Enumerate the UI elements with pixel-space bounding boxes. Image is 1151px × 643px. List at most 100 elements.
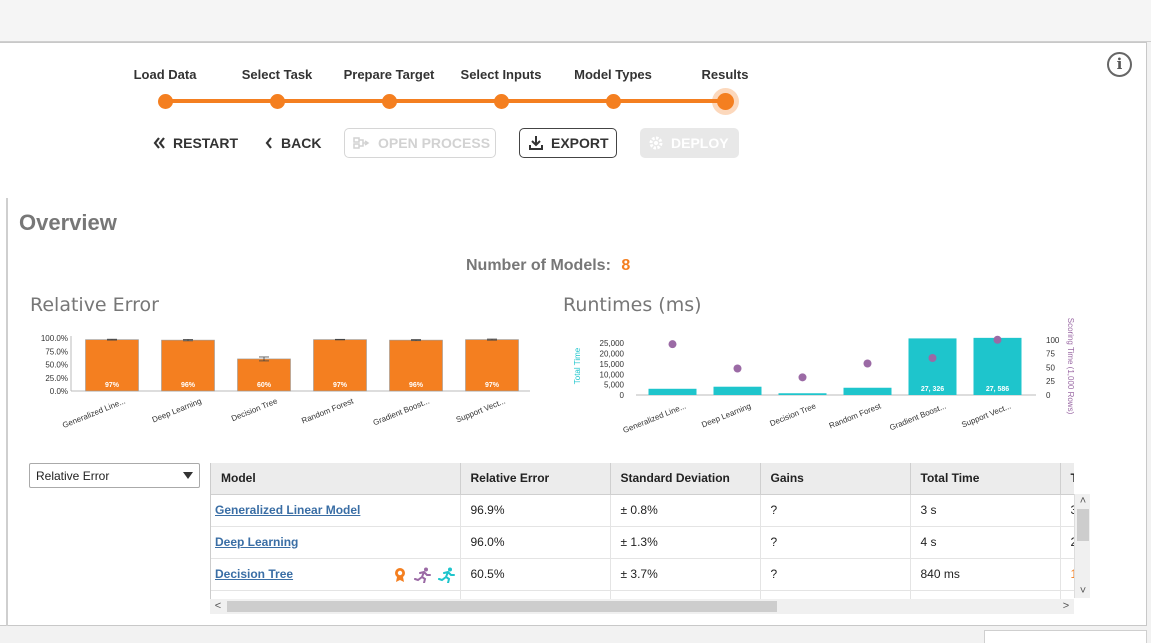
data-label: 27, 326 [921, 386, 944, 393]
data-label: 97% [105, 382, 120, 389]
column-header-model[interactable]: Model [211, 463, 461, 495]
step-results[interactable]: Results [660, 67, 790, 82]
y2-tick-label: 50 [1046, 363, 1055, 372]
x-tick-label: Generalized Line... [622, 402, 688, 436]
deploy-button[interactable]: DEPLOY [640, 128, 739, 158]
metric-select[interactable]: Relative Error [29, 463, 200, 488]
table-header-row: Model Relative Error Standard Deviation … [211, 463, 1074, 495]
scoring-point [993, 335, 1002, 344]
table-row: Decision Tree 60.5% ± 3.7% ? 840 ms [211, 558, 1074, 591]
open-process-button[interactable]: OPEN PROCESS [344, 128, 496, 158]
step-prepare-target[interactable]: Prepare Target [324, 67, 454, 82]
model-cell: Deep Learning [211, 526, 461, 559]
gains-cell: ? [760, 494, 911, 527]
y-tick-label: 0.0% [50, 387, 68, 396]
x-tick-label: Gradient Boost... [372, 397, 431, 428]
total-time-cell: 3 s [910, 494, 1061, 527]
y2-tick-label: 100 [1046, 336, 1060, 345]
model-link[interactable]: Deep Learning [215, 535, 298, 549]
total-time-cell: 4 s [910, 526, 1061, 559]
double-chevron-left-icon [152, 136, 166, 150]
back-button[interactable]: BACK [256, 128, 329, 158]
x-tick-label: Deep Learning [151, 397, 203, 425]
caret-down-icon [183, 472, 193, 479]
scoring-point [863, 359, 872, 368]
scroll-down-icon[interactable]: ˅ [1075, 584, 1091, 598]
step-dot-select-task[interactable] [269, 94, 285, 109]
vertical-scroll-thumb[interactable] [1077, 509, 1089, 541]
overview-title: Overview [19, 210, 117, 235]
y-tick-label: 0 [620, 391, 625, 400]
step-dot-load-data[interactable] [157, 94, 173, 109]
step-dot-prepare-target[interactable] [381, 94, 397, 109]
export-button[interactable]: EXPORT [519, 128, 617, 158]
bottom-tab[interactable] [984, 630, 1147, 643]
horizontal-scroll-thumb[interactable] [227, 601, 777, 612]
back-label: BACK [281, 135, 322, 151]
step-dot-select-inputs[interactable] [493, 94, 509, 109]
bottom-strip [0, 626, 1151, 643]
truncated-cell: 1 [1060, 558, 1074, 591]
scroll-right-icon[interactable]: > [1058, 599, 1074, 614]
column-header-gains[interactable]: Gains [760, 463, 911, 495]
std-cell: ± 1.3% [610, 526, 761, 559]
x-tick-label: Random Forest [300, 396, 355, 425]
open-process-label: OPEN PROCESS [378, 135, 491, 151]
relative-error-chart-title: Relative Error [30, 294, 159, 316]
restart-button[interactable]: RESTART [144, 128, 246, 158]
table-vertical-scrollbar[interactable]: ˄ ˅ [1074, 494, 1090, 598]
column-header-relative-error[interactable]: Relative Error [460, 463, 611, 495]
model-cell: Decision Tree [211, 558, 461, 591]
x-tick-label: Deep Learning [700, 402, 752, 430]
bar [648, 388, 697, 395]
table-horizontal-scrollbar[interactable]: < > [210, 599, 1074, 614]
y2-axis-label: Scoring Time (1,000 Rows) [1066, 318, 1075, 415]
runner-icon [437, 567, 456, 586]
model-cell: Generalized Linear Model [211, 494, 461, 527]
column-header-truncated[interactable]: T [1060, 463, 1074, 495]
column-header-standard-deviation[interactable]: Standard Deviation [610, 463, 761, 495]
export-label: EXPORT [551, 135, 609, 151]
scroll-up-icon[interactable]: ˄ [1075, 494, 1091, 508]
y-tick-label: 25.0% [45, 374, 68, 383]
model-link[interactable]: Generalized Linear Model [215, 503, 360, 517]
y-tick-label: 50.0% [45, 361, 68, 370]
step-model-types[interactable]: Model Types [548, 67, 678, 82]
step-select-task[interactable]: Select Task [212, 67, 342, 82]
gear-icon [648, 135, 664, 151]
data-label: 96% [181, 382, 196, 389]
column-header-total-time[interactable]: Total Time [910, 463, 1061, 495]
gains-cell: ? [760, 558, 911, 591]
x-tick-label: Random Forest [828, 401, 883, 430]
gains-cell: ? [760, 526, 911, 559]
std-cell: ± 0.8% [610, 494, 761, 527]
left-divider [6, 198, 8, 626]
step-load-data[interactable]: Load Data [100, 67, 230, 82]
data-label: 27, 586 [986, 386, 1009, 393]
relative-error-cell: 96.0% [460, 526, 611, 559]
table-row [211, 590, 1074, 599]
y-tick-label: 5,000 [604, 381, 625, 390]
empty-cell [1060, 590, 1074, 599]
bar [843, 387, 892, 395]
y-tick-label: 10,000 [600, 370, 625, 379]
bar [778, 393, 827, 395]
info-icon[interactable]: i [1107, 52, 1132, 77]
results-table-container: Model Relative Error Standard Deviation … [210, 463, 1074, 599]
model-link[interactable]: Decision Tree [215, 567, 293, 581]
step-select-inputs[interactable]: Select Inputs [436, 67, 566, 82]
empty-cell [460, 590, 611, 599]
runner-icon [413, 567, 432, 586]
x-tick-label: Gradient Boost... [888, 402, 947, 433]
relative-error-cell: 60.5% [460, 558, 611, 591]
process-icon [353, 136, 371, 150]
x-tick-label: Decision Tree [230, 396, 279, 423]
step-dot-results[interactable] [716, 93, 734, 110]
model-cell [211, 590, 461, 599]
step-dot-model-types[interactable] [605, 94, 621, 109]
truncated-cell: 3 [1060, 494, 1074, 527]
bar [713, 386, 762, 395]
y2-tick-label: 75 [1046, 350, 1055, 359]
scroll-left-icon[interactable]: < [210, 599, 226, 614]
scoring-point [733, 364, 742, 373]
